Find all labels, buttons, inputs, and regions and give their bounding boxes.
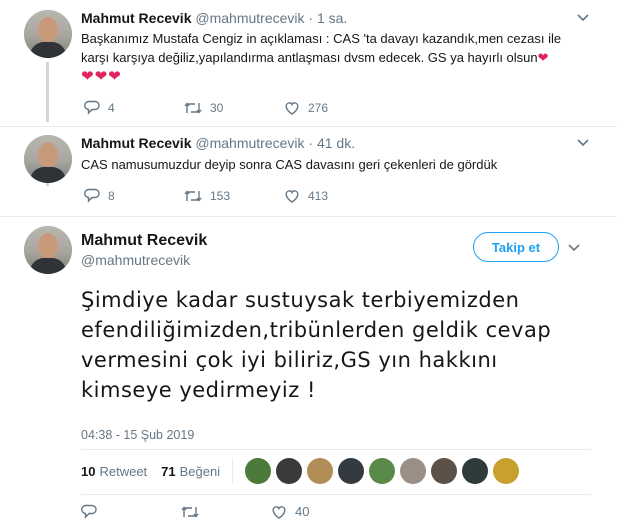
tweet-text-line-2: karşı karşıya değiliz,yapılandırma antla… <box>81 50 538 65</box>
avatar[interactable] <box>24 226 72 274</box>
liker-avatar[interactable] <box>400 458 427 484</box>
tweet-header: Mahmut Recevik @mahmutrecevik · 41 dk. <box>81 135 355 151</box>
heart-emoji: ❤ <box>537 50 549 65</box>
reply-icon <box>81 504 97 519</box>
tweet-text-line: Başkanımız Mustafa Cengiz in açıklaması … <box>81 31 562 46</box>
tweet-actions: 4 30 276 <box>84 100 384 115</box>
retweet-button[interactable]: 153 <box>184 189 284 203</box>
likers-row <box>245 458 524 484</box>
avatar[interactable] <box>24 10 72 58</box>
heart-icon <box>285 101 299 115</box>
tweet-text: CAS namusumuzdur deyip sonra CAS davasın… <box>81 157 498 172</box>
liker-avatar[interactable] <box>462 458 489 484</box>
chevron-down-icon[interactable] <box>577 14 589 24</box>
retweet-icon <box>184 189 202 202</box>
heart-icon <box>272 505 286 519</box>
tweet-time[interactable]: · 41 dk. <box>308 135 355 151</box>
tweet-1[interactable]: Mahmut Recevik @mahmutrecevik · 1 sa. Ba… <box>0 0 617 126</box>
liker-avatar[interactable] <box>276 458 303 484</box>
retweet-stat[interactable]: 10 Retweet <box>81 464 147 479</box>
avatar[interactable] <box>24 135 72 183</box>
reply-icon <box>84 188 100 203</box>
chevron-down-icon[interactable] <box>568 244 580 254</box>
main-tweet-text: Şimdiye kadar sustuysak terbiyemizden ef… <box>81 288 552 402</box>
heart-emoji-row: ❤❤❤ <box>81 68 122 85</box>
main-author-name[interactable]: Mahmut Recevik <box>81 232 207 250</box>
liker-avatar[interactable] <box>493 458 520 484</box>
liker-avatar[interactable] <box>369 458 396 484</box>
follow-button[interactable]: Takip et <box>473 232 559 262</box>
divider <box>81 494 591 495</box>
liker-avatar[interactable] <box>338 458 365 484</box>
tweet-timestamp[interactable]: 04:38 - 15 Şub 2019 <box>81 428 194 442</box>
author-name[interactable]: Mahmut Recevik <box>81 10 191 26</box>
reply-count: 4 <box>108 100 115 115</box>
retweet-icon <box>184 101 202 114</box>
chevron-down-icon[interactable] <box>577 139 589 149</box>
retweet-icon <box>181 505 199 518</box>
tweet-text: Başkanımız Mustafa Cengiz in açıklaması … <box>81 29 601 86</box>
retweet-button[interactable]: 30 <box>184 101 284 115</box>
liker-avatar[interactable] <box>431 458 458 484</box>
reply-button[interactable] <box>81 504 181 519</box>
like-count: 413 <box>308 188 329 203</box>
liker-avatar[interactable] <box>245 458 272 484</box>
divider <box>81 449 591 450</box>
author-name[interactable]: Mahmut Recevik <box>81 135 191 151</box>
tweet-text-line: karşı karşıya değiliz,yapılandırma antla… <box>81 48 601 67</box>
tweet-stats: 10 Retweet 71 Beğeni <box>81 458 524 484</box>
main-tweet-actions: 40 <box>81 504 371 519</box>
main-author-handle[interactable]: @mahmutrecevik <box>81 252 190 268</box>
retweet-count: 153 <box>210 188 231 203</box>
tweet-header: Mahmut Recevik @mahmutrecevik · 1 sa. <box>81 10 347 26</box>
retweet-stat-label: Retweet <box>99 463 148 479</box>
author-handle[interactable]: @mahmutrecevik <box>195 10 304 26</box>
like-count: 276 <box>308 100 329 115</box>
like-button[interactable]: 276 <box>284 101 384 115</box>
stats-separator <box>232 458 234 484</box>
author-handle[interactable]: @mahmutrecevik <box>195 135 304 151</box>
reply-icon <box>84 100 100 115</box>
retweet-count: 30 <box>210 100 224 115</box>
reply-button[interactable]: 4 <box>84 100 184 115</box>
like-stat-count: 71 <box>161 463 176 479</box>
like-count: 40 <box>295 504 310 519</box>
retweet-stat-count: 10 <box>81 463 96 479</box>
liker-avatar[interactable] <box>307 458 334 484</box>
tweet-2[interactable]: Mahmut Recevik @mahmutrecevik · 41 dk. C… <box>0 127 617 215</box>
tweet-time[interactable]: · 1 sa. <box>308 10 347 26</box>
like-stat[interactable]: 71 Beğeni <box>161 464 220 479</box>
reply-count: 8 <box>108 188 115 203</box>
like-button[interactable]: 413 <box>284 189 384 203</box>
like-button[interactable]: 40 <box>271 504 371 519</box>
tweet-actions: 8 153 413 <box>84 188 384 203</box>
retweet-button[interactable] <box>181 505 271 519</box>
like-stat-label: Beğeni <box>179 463 221 479</box>
divider <box>0 216 617 217</box>
reply-button[interactable]: 8 <box>84 188 184 203</box>
heart-icon <box>285 189 299 203</box>
